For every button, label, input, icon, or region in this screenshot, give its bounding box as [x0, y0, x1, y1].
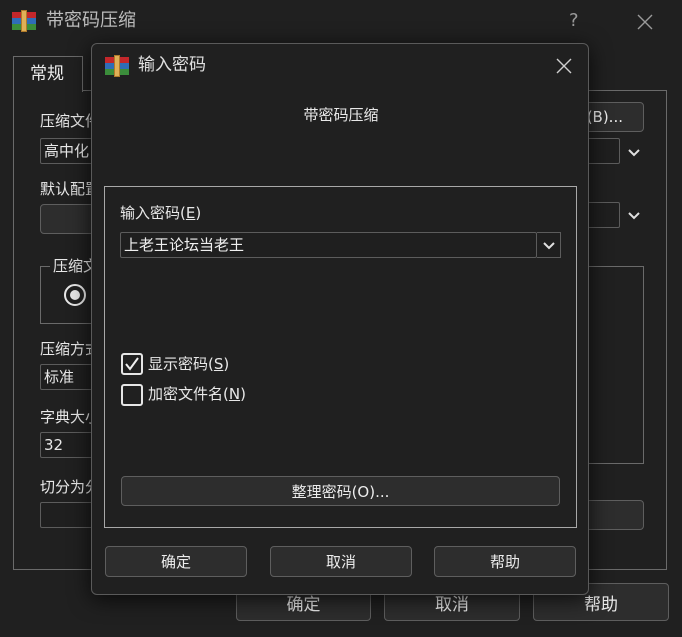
tab-general[interactable]: 常规 [13, 56, 83, 92]
password-dialog: 输入密码 带密码压缩 输入密码(E) 上老王论坛当老王 显示密码(S) 加密文件… [91, 43, 589, 595]
dialog-help-button[interactable]: 帮助 [434, 546, 576, 577]
password-label: 输入密码(E) [120, 204, 202, 222]
dialog-cancel-label: 取消 [325, 553, 356, 571]
dialog-close-icon[interactable] [556, 58, 572, 74]
password-input-value: 上老王论坛当老王 [124, 236, 245, 254]
dialog-ok-label: 确定 [160, 553, 191, 571]
compression-method-value: 标准 [44, 368, 75, 386]
show-password-checkbox[interactable] [121, 353, 143, 375]
dialog-help-label: 帮助 [489, 553, 520, 571]
dialog-cancel-button[interactable]: 取消 [270, 546, 412, 577]
checkmark-icon [125, 357, 139, 371]
password-history-dropdown[interactable] [537, 232, 561, 258]
dictionary-size-value: 32 [44, 436, 64, 454]
radio-rar[interactable] [64, 284, 86, 306]
encrypt-filenames-label[interactable]: 加密文件名(N) [148, 387, 246, 402]
chevron-down-icon [543, 242, 555, 250]
show-password-label[interactable]: 显示密码(S) [148, 357, 229, 372]
encrypt-filenames-checkbox[interactable] [121, 384, 143, 406]
password-input[interactable]: 上老王论坛当老王 [120, 232, 537, 258]
main-window-title: 带密码压缩 [46, 10, 136, 31]
winrar-app-icon [12, 10, 36, 32]
main-close-icon[interactable] [637, 14, 653, 30]
dialog-title: 输入密码 [138, 55, 206, 75]
browse-button-label: (B)... [586, 108, 623, 126]
chevron-down-icon[interactable] [627, 211, 641, 221]
organize-passwords-label: 整理密码(O)... [291, 482, 390, 501]
dialog-ok-button[interactable]: 确定 [105, 546, 247, 577]
archive-name-value: 高中化 [44, 142, 90, 160]
dialog-subtitle: 带密码压缩 [303, 106, 379, 124]
organize-passwords-button[interactable]: 整理密码(O)... [121, 476, 560, 506]
main-help-icon[interactable]: ? [569, 12, 579, 30]
chevron-down-icon[interactable] [627, 148, 641, 158]
tab-general-label: 常规 [30, 64, 64, 84]
winrar-app-icon [105, 55, 129, 77]
main-help-label: 帮助 [584, 594, 618, 615]
